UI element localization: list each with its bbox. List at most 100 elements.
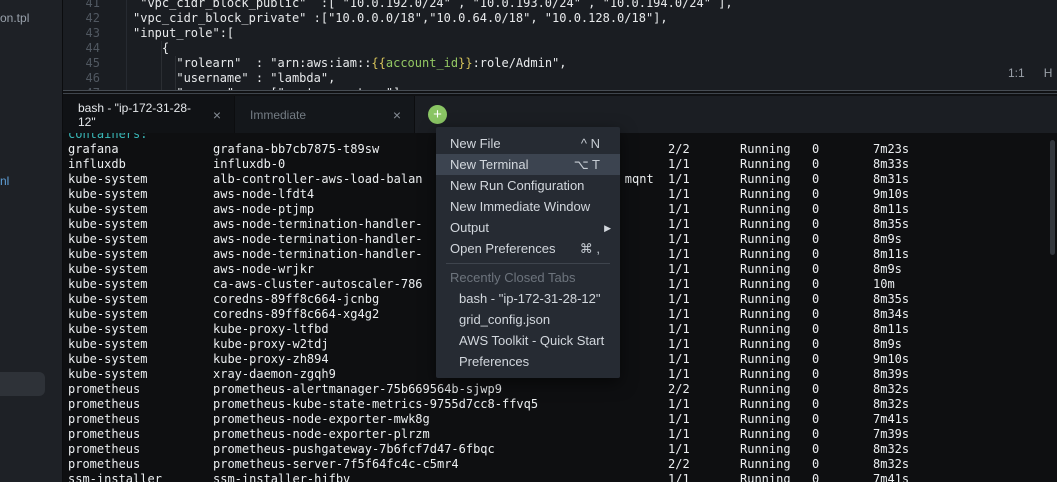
menu-item-preferences[interactable]: Preferences [436, 351, 620, 372]
menu-item-new-terminal[interactable]: New Terminal⌥ T [436, 154, 620, 175]
terminal-row: kube-systemkube-proxy-ltfbd1/1Running08m… [68, 322, 147, 337]
cell-pod-name: aws-node-wrjkr [213, 262, 314, 277]
code-lines: 41 "vpc_cidr_block_public" :[ "10.0.192.… [63, 0, 733, 90]
close-icon[interactable]: × [393, 107, 401, 123]
cell-pod-name: kube-proxy-w2tdj [213, 337, 329, 352]
cell-status: Running [740, 397, 791, 412]
tree-item-file[interactable]: on.tpl [0, 11, 34, 25]
cell-status: Running [740, 442, 791, 457]
menu-item-label: grid_config.json [459, 312, 550, 327]
cell-status: Running [740, 142, 791, 157]
cell-pod-name: coredns-89ff8c664-xg4g2 [213, 307, 379, 322]
menu-item-bash-ip-172-31-28-12[interactable]: bash - "ip-172-31-28-12" [436, 288, 620, 309]
cell-pod-name: coredns-89ff8c664-jcnbg [213, 292, 379, 307]
cell-namespace: kube-system [68, 337, 147, 352]
cell-age: 8m33s [873, 157, 909, 172]
line-number: 46 [63, 71, 100, 86]
code-editor[interactable]: 41 "vpc_cidr_block_public" :[ "10.0.192.… [63, 0, 1057, 90]
tab-immediate[interactable]: Immediate × [235, 96, 415, 133]
tree-item-file-partial[interactable]: nl [0, 174, 16, 188]
cell-restarts: 0 [812, 382, 819, 397]
code-line: 42"vpc_cidr_block_private" :["10.0.0.0/1… [63, 11, 733, 26]
code-text: "vpc_cidr_block_private" :["10.0.0.0/18"… [133, 11, 668, 26]
cloud9-ide-window: on.tpl nl 41 "vpc_cidr_block_public" :[ … [0, 0, 1057, 482]
cell-pod-name: aws-node-termination-handler- [213, 247, 423, 262]
cell-status: Running [740, 262, 791, 277]
cell-namespace: prometheus [68, 412, 140, 427]
cell-age: 7m23s [873, 142, 909, 157]
terminal-row: kube-systemaws-node-ptjmp1/1Running08m11… [68, 202, 147, 217]
menu-item-output[interactable]: Output ▶ [436, 217, 620, 238]
cell-restarts: 0 [812, 172, 819, 187]
menu-item-open-preferences[interactable]: Open Preferences⌘ , [436, 238, 620, 259]
cell-pod-name: grafana-bb7cb7875-t89sw [213, 142, 379, 157]
line-number: 45 [63, 56, 100, 71]
menu-item-label: AWS Toolkit - Quick Start [459, 333, 604, 348]
cell-age: 8m31s [873, 172, 909, 187]
cell-ready: 1/1 [668, 292, 690, 307]
tree-item-highlight[interactable] [0, 372, 45, 396]
tab-label: Immediate [250, 108, 306, 122]
cell-pod-name: prometheus-server-7f5f64fc4c-c5mr4 [213, 457, 459, 472]
cell-ready: 1/1 [668, 322, 690, 337]
terminal-row: prometheusprometheus-node-exporter-mwk8g… [68, 412, 147, 427]
cell-pod-name: prometheus-node-exporter-mwk8g [213, 412, 430, 427]
cell-restarts: 0 [812, 337, 819, 352]
cell-namespace: influxdb [68, 157, 126, 172]
menu-section-header: Recently Closed Tabs [436, 267, 620, 288]
code-line: 44 { [63, 41, 733, 56]
tabs-container: bash - "ip-172-31-28-12"× Immediate × [63, 96, 415, 133]
cell-restarts: 0 [812, 307, 819, 322]
cell-pod-name: kube-proxy-zh894 [213, 352, 329, 367]
terminal-scrollbar[interactable] [1050, 140, 1055, 255]
cell-age: 8m9s [873, 337, 902, 352]
cell-status: Running [740, 427, 791, 442]
menu-item-grid-config-json[interactable]: grid_config.json [436, 309, 620, 330]
cell-namespace: kube-system [68, 187, 147, 202]
terminal-row: kube-systemcoredns-89ff8c664-xg4g21/1Run… [68, 307, 147, 322]
cell-age: 8m11s [873, 202, 909, 217]
cell-age: 7m41s [873, 472, 909, 482]
submenu-arrow-icon: ▶ [604, 218, 611, 239]
tab-bash-ip-172-31-28-12[interactable]: bash - "ip-172-31-28-12"× [63, 96, 235, 133]
menu-item-new-file[interactable]: New File^ N [436, 133, 620, 154]
cell-ready: 1/1 [668, 337, 690, 352]
menu-item-label: New Immediate Window [450, 199, 590, 214]
code-segment: account_id [386, 56, 458, 70]
code-text: { [133, 41, 169, 56]
cell-restarts: 0 [812, 232, 819, 247]
cell-ready: 1/1 [668, 427, 690, 442]
new-tab-context-menu: New File^ NNew Terminal⌥ T New Run Config… [436, 127, 620, 378]
cell-status: Running [740, 247, 791, 262]
cell-ready: 1/1 [668, 277, 690, 292]
cell-namespace: kube-system [68, 202, 147, 217]
cell-restarts: 0 [812, 187, 819, 202]
cursor-position[interactable]: 1:1 [1008, 66, 1025, 80]
new-tab-button[interactable]: + [428, 105, 447, 124]
syntax-mode[interactable]: H [1044, 66, 1053, 80]
terminal-row: prometheusprometheus-server-7f5f64fc4c-c… [68, 457, 147, 472]
close-icon[interactable]: × [213, 107, 221, 123]
menu-item-label: Output [450, 220, 489, 235]
cell-age: 9m10s [873, 187, 909, 202]
cell-namespace: kube-system [68, 232, 147, 247]
terminal-row: prometheusprometheus-alertmanager-75b669… [68, 382, 147, 397]
menu-item-new-run-configuration[interactable]: New Run Configuration [436, 175, 620, 196]
cell-pod-name: prometheus-node-exporter-plrzm [213, 427, 430, 442]
code-line: 46 "username" : "lambda", [63, 71, 733, 86]
line-number: 44 [63, 41, 100, 56]
menu-item-shortcut: ⌘ , [580, 238, 600, 259]
menu-item-label: New Run Configuration [450, 178, 584, 193]
menu-item-new-immediate-window[interactable]: New Immediate Window [436, 196, 620, 217]
menu-item-aws-toolkit-quick-start[interactable]: AWS Toolkit - Quick Start [436, 330, 620, 351]
terminal-row: kube-systemcoredns-89ff8c664-jcnbg1/1Run… [68, 292, 147, 307]
cell-namespace: prometheus [68, 442, 140, 457]
cell-status: Running [740, 217, 791, 232]
terminal-row: kube-systemaws-node-termination-handler-… [68, 247, 147, 262]
cell-status: Running [740, 277, 791, 292]
cell-namespace: kube-system [68, 172, 147, 187]
code-text: "vpc_cidr_block_public" :[ "10.0.192.0/2… [133, 0, 733, 11]
cell-status: Running [740, 367, 791, 382]
code-segment: {{ [371, 56, 385, 70]
cell-pod-name: prometheus-pushgateway-7b6fcf7d47-6fbqc [213, 442, 495, 457]
